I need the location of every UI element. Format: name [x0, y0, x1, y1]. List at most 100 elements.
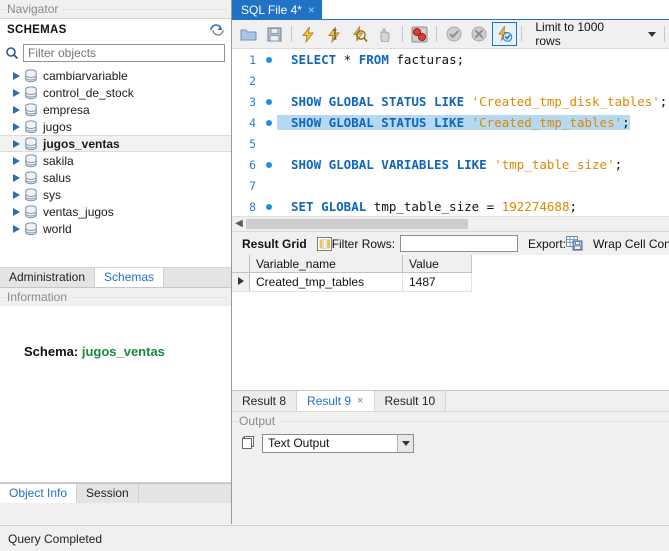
expand-arrow-icon[interactable] [10, 188, 23, 201]
result-tab-result-8[interactable]: Result 8 [232, 391, 298, 411]
code-line-1[interactable]: 1 SELECT * FROM facturas; [232, 49, 669, 70]
result-tab-result-10[interactable]: Result 10 [374, 391, 447, 411]
expand-arrow-icon[interactable] [10, 120, 23, 133]
expand-arrow-icon[interactable] [10, 103, 23, 116]
column-header-value[interactable]: Value [402, 255, 472, 273]
tab-administration[interactable]: Administration [0, 268, 96, 287]
toggle-breakpoint-icon[interactable] [407, 22, 432, 46]
schema-item-jugos_ventas[interactable]: jugos_ventas [0, 135, 231, 152]
export-label: Export: [528, 236, 567, 251]
schema-info-label: Schema: [24, 344, 79, 359]
schema-item-sys[interactable]: sys [0, 186, 231, 203]
close-icon[interactable]: × [308, 4, 315, 16]
chevron-down-icon[interactable] [644, 24, 660, 44]
schema-item-label: jugos_ventas [43, 136, 120, 151]
code-line-8[interactable]: 8 SET GLOBAL tmp_table_size = 192274688; [232, 196, 669, 216]
rollback-icon[interactable] [466, 22, 491, 46]
tab-session[interactable]: Session [77, 484, 139, 503]
expand-arrow-icon[interactable] [10, 205, 23, 218]
schema-item-sakila[interactable]: sakila [0, 152, 231, 169]
editor-horizontal-scrollbar[interactable]: ◀ [232, 216, 669, 231]
tab-label: Administration [9, 270, 86, 284]
open-file-icon[interactable] [236, 22, 261, 46]
schema-item-ventas_jugos[interactable]: ventas_jugos [0, 203, 231, 220]
execute-statement-icon[interactable] [296, 22, 321, 46]
schema-item-jugos[interactable]: jugos [0, 118, 231, 135]
cell-value: Created_tmp_tables [256, 275, 365, 289]
expand-arrow-icon[interactable] [10, 69, 23, 82]
code-line-3[interactable]: 3 SHOW GLOBAL STATUS LIKE 'Created_tmp_di… [232, 91, 669, 112]
information-caption: Information [0, 288, 231, 306]
column-header-variable_name[interactable]: Variable_name [249, 255, 403, 273]
result-grid[interactable]: Variable_name Value Created_tmp_tables 148… [232, 255, 669, 390]
code-text: SHOW GLOBAL STATUS LIKE 'Created_tmp_dis… [291, 94, 668, 109]
commit-icon[interactable] [441, 22, 466, 46]
tab-object-info[interactable]: Object Info [0, 484, 78, 503]
expand-arrow-icon[interactable] [10, 154, 23, 167]
database-icon [23, 153, 39, 168]
cell-value[interactable]: 1487 [402, 272, 472, 292]
auto-commit-icon[interactable] [491, 22, 518, 46]
expand-arrow-icon[interactable] [10, 171, 23, 184]
statement-marker-icon[interactable] [261, 98, 277, 105]
chevron-down-icon[interactable] [397, 434, 413, 452]
statement-marker-icon[interactable] [261, 203, 277, 210]
expand-arrow-icon[interactable] [10, 137, 23, 150]
expand-arrow-icon[interactable] [10, 222, 23, 235]
cell-variable_name[interactable]: Created_tmp_tables [249, 272, 403, 292]
filter-objects-row [0, 41, 231, 67]
sql-file-tabs: SQL File 4* × [232, 0, 669, 20]
output-mode-select[interactable]: Text Output [262, 433, 414, 453]
output-mode-value: Text Output [268, 436, 330, 450]
grid-view-icon[interactable] [316, 236, 332, 251]
save-file-icon[interactable] [261, 22, 286, 46]
stop-execution-icon[interactable] [372, 22, 397, 46]
schema-item-salus[interactable]: salus [0, 169, 231, 186]
code-line-5[interactable]: 5 [232, 133, 669, 154]
scroll-left-icon[interactable]: ◀ [232, 219, 246, 229]
sql-editor-toolbar: Limit to 1000 rows [232, 20, 669, 49]
navigator-caption-label: Navigator [7, 2, 63, 16]
result-tab-result-9[interactable]: Result 9 × [297, 391, 375, 411]
schema-item-label: sys [43, 187, 61, 202]
table-row[interactable]: Created_tmp_tables 1487 [232, 272, 472, 292]
schema-item-cambiarvariable[interactable]: cambiarvariable [0, 67, 231, 84]
filter-rows-input[interactable] [400, 235, 519, 252]
status-message: Query Completed [8, 531, 103, 546]
schema-item-world[interactable]: world [0, 220, 231, 237]
schema-tree[interactable]: cambiarvariable control_de_stock empresa ju… [0, 67, 231, 268]
close-icon[interactable]: × [357, 395, 363, 407]
code-text: SHOW GLOBAL STATUS LIKE 'Created_tmp_tab… [277, 115, 630, 130]
schema-item-empresa[interactable]: empresa [0, 101, 231, 118]
schema-item-control_de_stock[interactable]: control_de_stock [0, 84, 231, 101]
output-caption-dots [232, 421, 669, 422]
code-text: SELECT * FROM facturas; [291, 52, 465, 67]
database-icon [23, 85, 39, 100]
code-line-2[interactable]: 2 [232, 70, 669, 91]
export-icon[interactable] [566, 236, 583, 251]
tab-schemas[interactable]: Schemas [95, 268, 165, 287]
information-section: Information Schema: jugos_ventas [0, 288, 231, 483]
sql-code-editor[interactable]: 1 SELECT * FROM facturas; 2 3 SHOW GLOBAL ST… [232, 49, 669, 216]
explain-query-icon[interactable] [347, 22, 372, 46]
expand-arrow-icon[interactable] [10, 86, 23, 99]
execute-current-statement-icon[interactable] [321, 22, 346, 46]
mysql-workbench-window: Navigator SCHEMAS cambiarvariablecon [0, 0, 669, 551]
code-line-7[interactable]: 7 [232, 175, 669, 196]
row-selector-header[interactable] [232, 255, 250, 273]
statement-marker-icon[interactable] [261, 119, 277, 126]
refresh-icon[interactable] [210, 24, 224, 36]
scrollbar-thumb[interactable] [246, 219, 468, 229]
row-marker-icon[interactable] [232, 272, 250, 292]
code-line-6[interactable]: 6 SHOW GLOBAL VARIABLES LIKE 'tmp_table_s… [232, 154, 669, 175]
database-icon [23, 187, 39, 202]
tab-sql-file-4[interactable]: SQL File 4* × [232, 0, 322, 19]
statement-marker-icon[interactable] [261, 56, 277, 63]
schema-item-label: jugos [43, 119, 72, 134]
limit-rows-dropdown[interactable]: Limit to 1000 rows [529, 20, 661, 48]
filter-objects-input[interactable] [23, 44, 225, 62]
statement-marker-icon[interactable] [261, 161, 277, 168]
code-line-4[interactable]: 4 SHOW GLOBAL STATUS LIKE 'Created_tmp_ta… [232, 112, 669, 133]
result-tab-label: Result 8 [242, 394, 287, 408]
schema-item-label: world [43, 221, 72, 236]
